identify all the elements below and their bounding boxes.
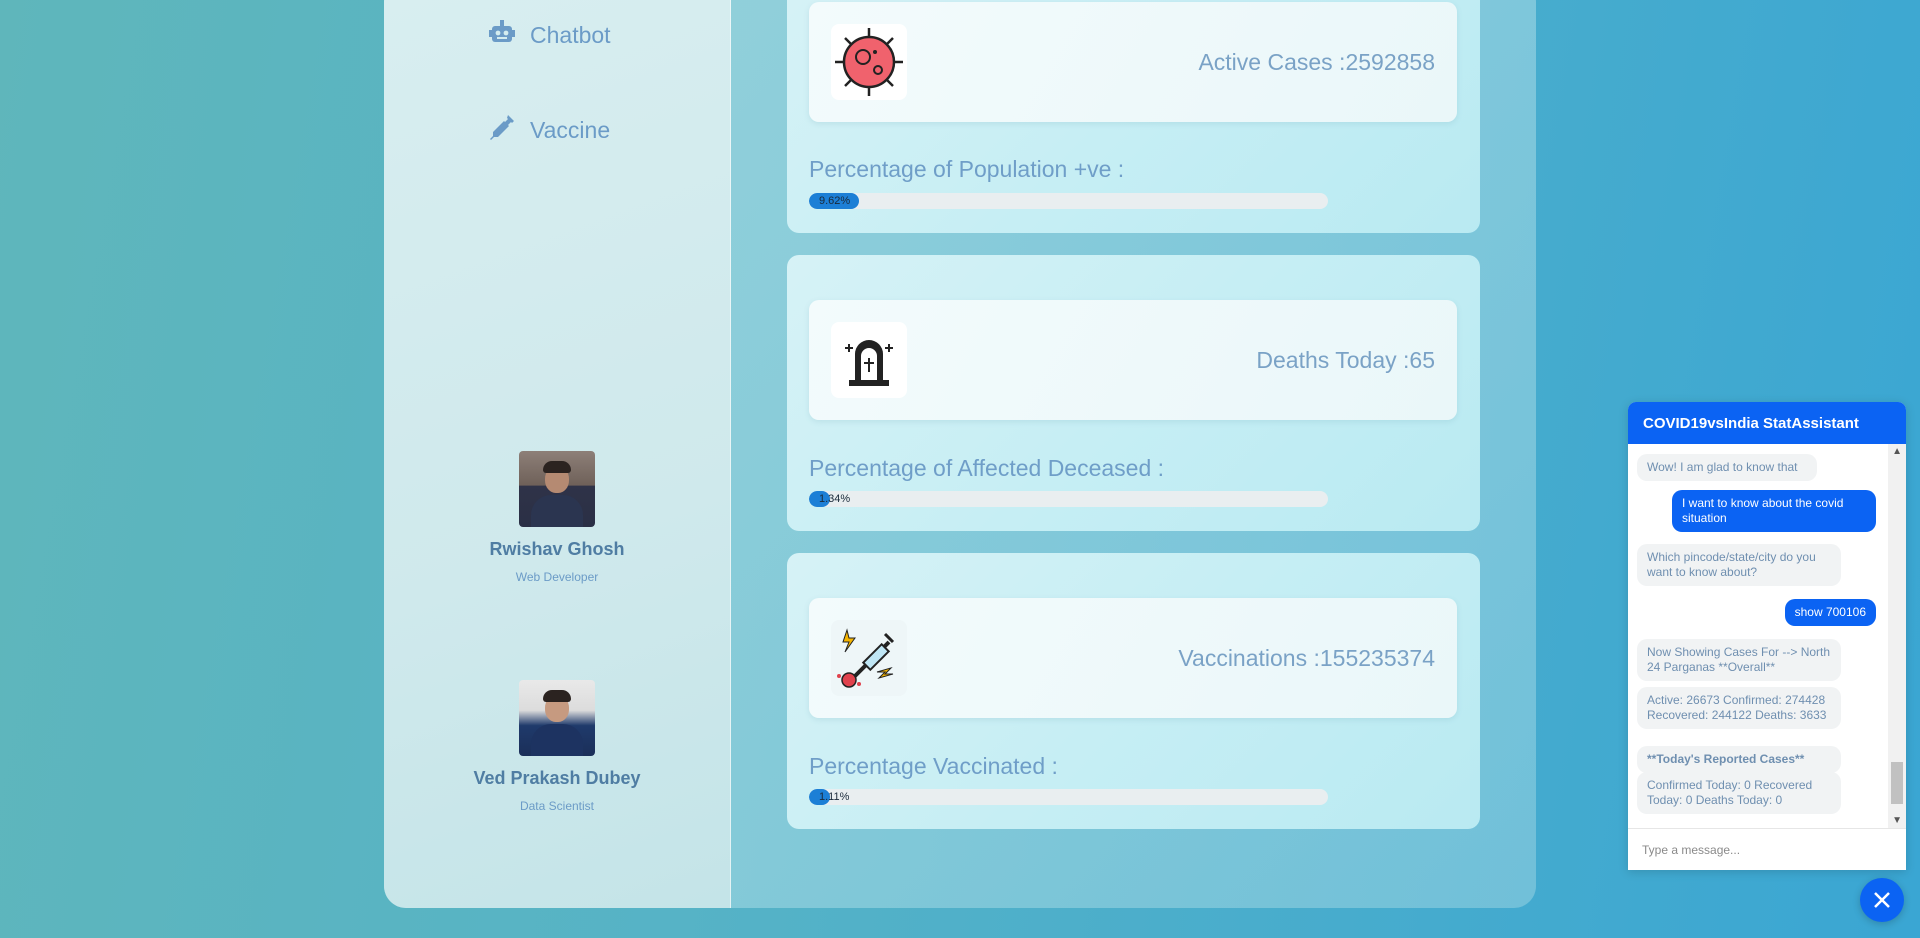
virus-icon xyxy=(831,24,907,100)
nav-vaccine[interactable]: Vaccine xyxy=(488,113,610,147)
scroll-thumb[interactable] xyxy=(1891,762,1903,804)
bot-message: Now Showing Cases For --> North 24 Parga… xyxy=(1637,639,1841,681)
close-icon xyxy=(1874,892,1890,908)
profile-role: Web Developer xyxy=(515,570,599,584)
user-message: show 700106 xyxy=(1784,599,1876,626)
progress-bar: 1.34% xyxy=(809,491,1328,507)
bot-message: Which pincode/state/city do you want to … xyxy=(1637,544,1841,586)
syringe-icon xyxy=(488,113,516,147)
profile-name: Rwishav Ghosh xyxy=(489,539,625,559)
progress-bar: 1.11% xyxy=(809,789,1328,805)
profile-card-1: Rwishav Ghosh Web Developer xyxy=(457,451,657,584)
stat-text: Deaths Today :65 xyxy=(1256,346,1435,373)
pct-label: Percentage Vaccinated : xyxy=(809,753,1058,779)
stat-panel-deaths: Deaths Today :65 Percentage of Affected … xyxy=(787,255,1480,531)
stat-card: Active Cases :2592858 xyxy=(809,2,1457,122)
nav-chatbot[interactable]: Chatbot xyxy=(488,18,611,52)
bot-message: Active: 26673 Confirmed: 274428 Recovere… xyxy=(1637,687,1841,729)
stat-value: 65 xyxy=(1409,346,1435,373)
pct-label: Percentage of Affected Deceased : xyxy=(809,455,1165,481)
bot-message: **Today's Reported Cases** xyxy=(1637,746,1841,773)
stat-value: 155235374 xyxy=(1319,644,1435,671)
profile-role: Data Scientist xyxy=(519,799,595,813)
progress-bar: 9.62% xyxy=(809,193,1328,209)
progress-text: 1.34% xyxy=(819,493,851,505)
progress-text: 1.11% xyxy=(819,791,850,803)
user-message: I want to know about the covid situation xyxy=(1672,490,1876,532)
tombstone-icon xyxy=(831,322,907,398)
chat-messages[interactable]: Wow! I am glad to know that I want to kn… xyxy=(1628,444,1906,828)
robot-icon xyxy=(488,18,516,52)
avatar xyxy=(519,680,595,756)
chat-scrollbar[interactable]: ▲ ▼ xyxy=(1888,444,1906,828)
stat-panel-active: Active Cases :2592858 Percentage of Popu… xyxy=(787,0,1480,233)
profile-name: Ved Prakash Dubey xyxy=(473,768,641,788)
stat-text: Active Cases :2592858 xyxy=(1198,48,1435,75)
stat-card: Deaths Today :65 xyxy=(809,300,1457,420)
chat-message-input[interactable]: Type a message... xyxy=(1628,828,1906,870)
chat-title: COVID19vsIndia StatAssistant xyxy=(1628,402,1906,444)
profile-card-2: Ved Prakash Dubey Data Scientist xyxy=(457,680,657,813)
stat-value: 2592858 xyxy=(1345,48,1435,75)
pct-label: Percentage of Population +ve : xyxy=(809,156,1125,182)
stat-text: Vaccinations :155235374 xyxy=(1178,644,1435,671)
bot-message: Confirmed Today: 0 Recovered Today: 0 De… xyxy=(1637,772,1841,814)
stat-panel-vaccinations: Vaccinations :155235374 Percentage Vacci… xyxy=(787,553,1480,829)
nav-chatbot-label: Chatbot xyxy=(530,21,611,48)
scroll-down-icon[interactable]: ▼ xyxy=(1892,815,1902,826)
nav-vaccine-label: Vaccine xyxy=(530,116,611,143)
avatar xyxy=(519,451,595,527)
stat-card: Vaccinations :155235374 xyxy=(809,598,1457,718)
vaccine-syringe-icon xyxy=(831,620,907,696)
progress-text: 9.62% xyxy=(819,195,851,207)
chat-widget: COVID19vsIndia StatAssistant Wow! I am g… xyxy=(1628,402,1906,870)
chat-close-button[interactable] xyxy=(1860,878,1904,922)
bot-message: Wow! I am glad to know that xyxy=(1637,454,1817,481)
scroll-up-icon[interactable]: ▲ xyxy=(1892,446,1902,457)
